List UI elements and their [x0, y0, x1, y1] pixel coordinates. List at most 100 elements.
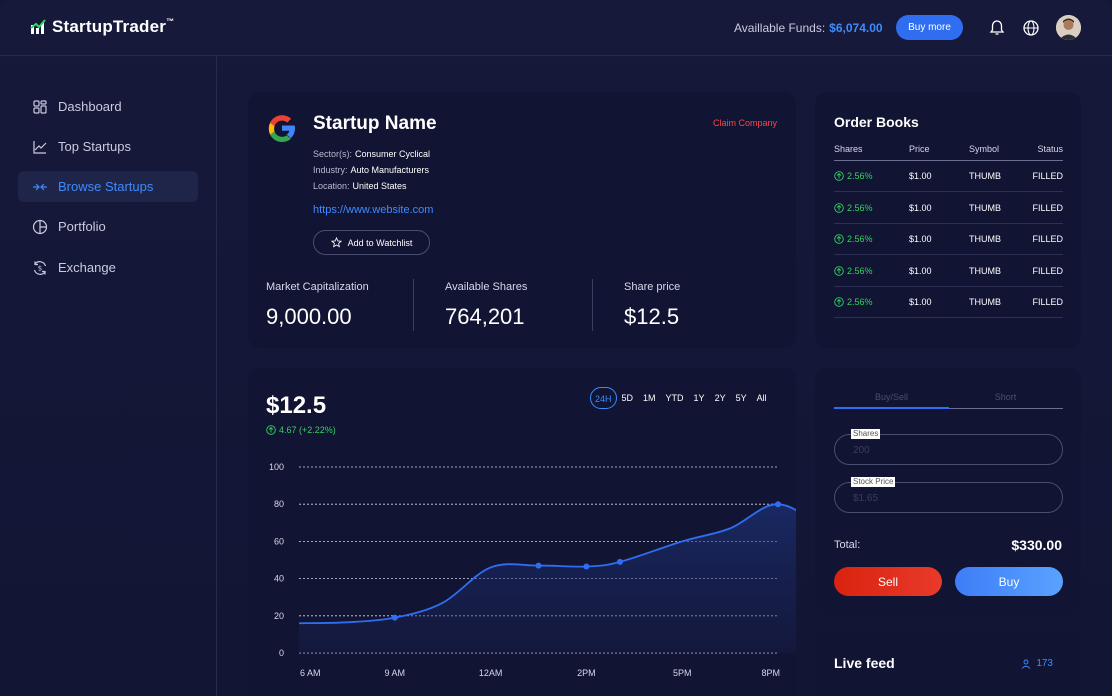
status-cell: FILLED	[1032, 297, 1063, 307]
sidebar-item-top-startups[interactable]: Top Startups	[18, 131, 198, 162]
funds-value: $6,074.00	[829, 21, 883, 35]
svg-text:$: $	[38, 264, 42, 272]
google-logo-icon	[268, 115, 295, 142]
exchange-icon: $	[33, 260, 47, 275]
market-cap-label: Market Capitalization	[266, 281, 369, 293]
shares-field[interactable]: Shares 200	[834, 429, 1063, 465]
price-chart-card: $12.5 4.67 (+2.22%) 24H 5D 1M YTD 1Y 2Y 5Y All …	[248, 368, 796, 696]
share-price-label: Share price	[624, 281, 681, 293]
shares-placeholder: 200	[853, 445, 870, 456]
order-book-row[interactable]: 2.56% $1.00 THUMB FILLED	[834, 287, 1063, 318]
chart-line-icon	[33, 140, 47, 154]
price-cell: $1.00	[909, 297, 932, 307]
y-tick-label: 0	[279, 648, 284, 658]
price-cell: $1.00	[909, 202, 932, 213]
startup-info-card: Startup Name Claim Company Sector(s): Con…	[248, 92, 796, 348]
available-shares-value: 764,201	[445, 304, 525, 329]
sidebar-item-dashboard[interactable]: Dashboard	[18, 91, 198, 122]
live-feed-title: Live feed	[834, 655, 895, 671]
y-tick-label: 60	[274, 536, 284, 546]
order-book-row[interactable]: 2.56% $1.00 THUMB FILLED	[834, 256, 1063, 287]
arrow-up-circle-icon	[834, 202, 844, 213]
avatar[interactable]	[1056, 15, 1081, 40]
available-funds: Availlable Funds: $6,074.00	[734, 21, 883, 35]
data-point[interactable]	[616, 558, 623, 565]
x-tick-label: 6 AM	[300, 668, 321, 678]
location-line: Location: United States	[313, 181, 407, 191]
sector-value: Consumer Cyclical	[355, 149, 431, 159]
column-header: Status	[1037, 144, 1063, 154]
shares-label: Shares	[851, 429, 881, 439]
column-header: Symbol	[969, 144, 1000, 154]
status-cell: FILLED	[1032, 234, 1063, 244]
pie-icon	[32, 219, 48, 234]
sidebar-item-label: Top Startups	[58, 139, 131, 154]
live-feed-card: Live feed 173	[815, 633, 1081, 696]
column-header: Shares	[834, 144, 863, 154]
x-tick-label: 9 AM	[385, 668, 406, 678]
status-cell: FILLED	[1032, 202, 1063, 213]
order-book-row[interactable]: 2.56% $1.00 THUMB FILLED	[834, 224, 1063, 255]
sidebar-item-label: Portfolio	[58, 219, 106, 234]
stock-price-field[interactable]: Stock Price $1.65	[834, 477, 1063, 513]
data-point[interactable]	[391, 614, 398, 621]
startup-name: Startup Name	[313, 113, 437, 134]
total-label: Total:	[834, 539, 861, 551]
symbol-cell: THUMB	[969, 171, 1001, 181]
sidebar-item-browse-startups[interactable]: Browse Startups	[18, 171, 198, 202]
logo[interactable]: StartupTrader™	[30, 17, 174, 37]
tab-short[interactable]: Short	[948, 392, 1063, 402]
watchlist-label: Add to Watchlist	[347, 237, 413, 248]
order-book-row[interactable]: 2.56% $1.00 THUMB FILLED	[834, 193, 1063, 224]
price-cell: $1.00	[909, 234, 932, 244]
data-point[interactable]	[775, 501, 781, 508]
order-book-row[interactable]: 2.56% $1.00 THUMB FILLED	[834, 161, 1063, 192]
price-cell: $1.00	[909, 265, 932, 276]
globe-icon[interactable]	[1022, 19, 1040, 37]
shares-cell: 2.56%	[834, 193, 873, 224]
arrow-up-circle-icon	[834, 171, 844, 181]
trade-card: Buy/Sell Short Shares 200 Stock Price $1…	[815, 368, 1081, 614]
user-photo	[1056, 15, 1081, 40]
area-fill	[299, 504, 796, 653]
bell-icon[interactable]	[988, 19, 1006, 37]
grid-icon	[33, 99, 47, 114]
y-tick-label: 40	[274, 574, 284, 584]
data-point[interactable]	[583, 563, 590, 570]
buy-button[interactable]: Buy	[955, 567, 1063, 596]
industry-line: Industry: Auto Manufacturers	[313, 165, 430, 175]
viewer-count: 173	[1021, 658, 1053, 669]
shares-cell: 2.56%	[834, 256, 873, 287]
stock-price-label: Stock Price	[851, 477, 896, 487]
price-cell: $1.00	[909, 171, 932, 181]
claim-company-link[interactable]: Claim Company	[713, 118, 777, 128]
x-tick-label: 5PM	[673, 668, 692, 678]
website-link[interactable]: https://www.website.com	[313, 204, 433, 216]
symbol-cell: THUMB	[969, 234, 1001, 244]
status-cell: FILLED	[1032, 171, 1063, 181]
sidebar-item-exchange[interactable]: $ Exchange	[18, 252, 198, 283]
status-cell: FILLED	[1032, 265, 1063, 276]
top-bar: StartupTrader™ Availlable Funds: $6,074.0…	[0, 0, 1112, 56]
arrows-icon	[33, 183, 47, 190]
buy-more-button[interactable]: Buy more	[896, 15, 963, 40]
arrow-up-circle-icon	[834, 297, 844, 307]
total-value: $330.00	[1011, 537, 1062, 553]
share-price-value: $12.5	[624, 304, 680, 329]
shares-cell: 2.56%	[834, 287, 873, 318]
x-tick-label: 8PM	[761, 668, 780, 678]
sidebar-item-label: Dashboard	[58, 99, 122, 114]
sell-button[interactable]: Sell	[834, 567, 942, 596]
arrow-up-circle-icon	[834, 234, 844, 244]
y-tick-label: 80	[274, 499, 284, 509]
sidebar-item-label: Browse Startups	[58, 179, 154, 194]
logo-icon	[30, 19, 46, 34]
add-to-watchlist-button[interactable]: Add to Watchlist	[313, 230, 430, 255]
star-icon	[330, 237, 342, 248]
app-window: StartupTrader™ Availlable Funds: $6,074.0…	[0, 0, 1112, 696]
tab-buy-sell[interactable]: Buy/Sell	[834, 392, 949, 402]
user-icon	[1021, 659, 1031, 669]
x-tick-label: 12AM	[479, 668, 503, 678]
data-point[interactable]	[535, 562, 542, 569]
sidebar-item-portfolio[interactable]: Portfolio	[18, 211, 198, 242]
